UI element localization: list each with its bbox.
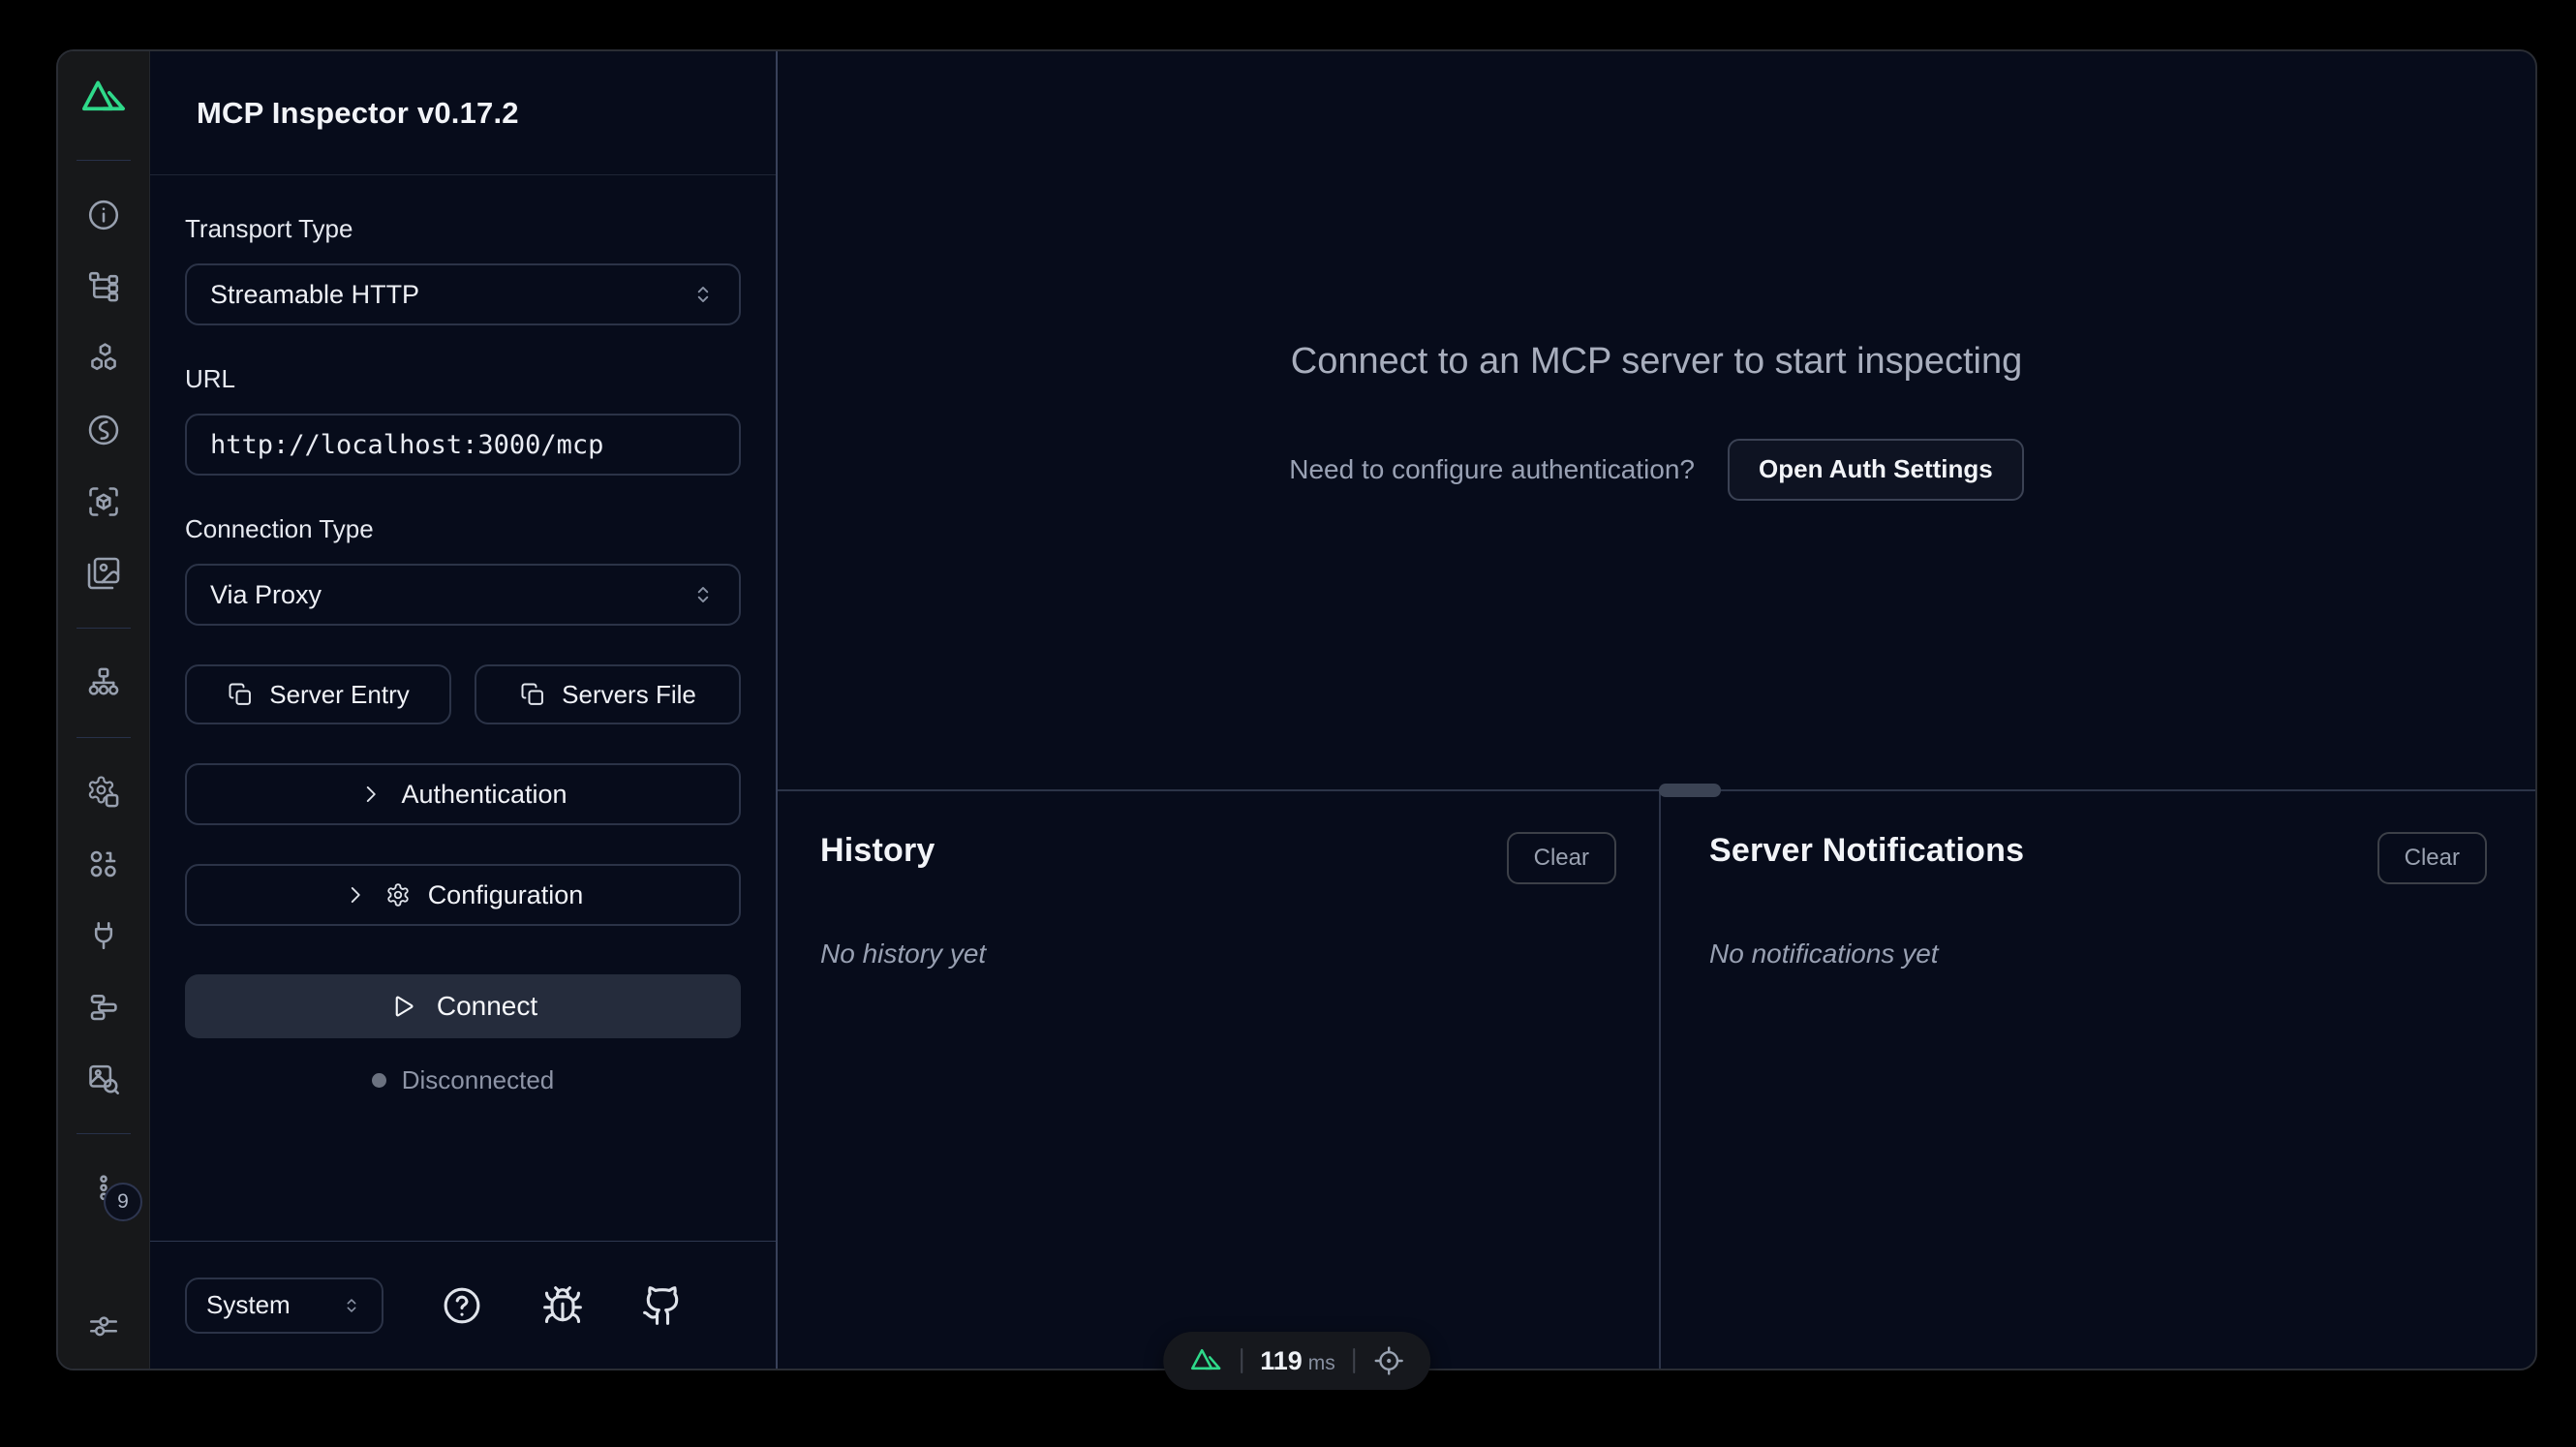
panel-header: MCP Inspector v0.17.2	[150, 51, 776, 175]
help-icon[interactable]	[441, 1284, 483, 1327]
latency-readout: 119 ms	[1260, 1346, 1335, 1376]
server-notifications-title: Server Notifications	[1709, 832, 2024, 870]
notifications-clear-button[interactable]: Clear	[2377, 832, 2487, 884]
status-text: Disconnected	[402, 1065, 555, 1095]
rail-badge-count[interactable]: 9	[104, 1183, 142, 1221]
transport-type-value: Streamable HTTP	[210, 280, 419, 310]
server-entry-label: Server Entry	[269, 680, 410, 710]
mcp-logo-icon	[78, 73, 129, 123]
empty-state-title: Connect to an MCP server to start inspec…	[1291, 341, 2022, 383]
server-entry-button[interactable]: Server Entry	[185, 664, 451, 724]
bug-icon[interactable]	[541, 1284, 584, 1327]
auth-row: Need to configure authentication? Open A…	[1289, 439, 2023, 501]
configuration-label: Configuration	[428, 880, 584, 910]
pill-separator	[1241, 1348, 1242, 1373]
bottom-panels: History Clear No history yet Server Noti…	[778, 791, 2535, 1369]
connection-type-label: Connection Type	[185, 514, 741, 544]
icon-rail: 9	[58, 51, 150, 1369]
binary-icon[interactable]	[86, 847, 121, 881]
history-title: History	[820, 832, 935, 870]
pill-separator	[1353, 1348, 1355, 1373]
chevron-right-icon	[358, 782, 383, 807]
copy-icon	[227, 681, 254, 708]
app-window: 9 MCP Inspector v0.17.2 Transport Type S…	[56, 49, 2537, 1370]
image-search-icon[interactable]	[86, 1062, 121, 1096]
plug-icon[interactable]	[86, 918, 121, 953]
play-icon	[388, 992, 417, 1021]
theme-value: System	[206, 1290, 291, 1320]
images-icon[interactable]	[86, 556, 121, 591]
github-icon[interactable]	[641, 1284, 684, 1327]
panel-footer: System	[150, 1241, 776, 1369]
url-label: URL	[185, 364, 741, 394]
latency-value: 119	[1260, 1346, 1303, 1376]
rail-divider	[77, 1133, 131, 1134]
transport-type-label: Transport Type	[185, 214, 741, 244]
connection-form: Transport Type Streamable HTTP URL Conne…	[150, 175, 776, 1241]
connection-status: Disconnected	[185, 1065, 741, 1095]
info-icon[interactable]	[86, 198, 121, 232]
rail-divider	[77, 628, 131, 629]
history-empty-text: No history yet	[820, 939, 1616, 970]
auth-prompt: Need to configure authentication?	[1289, 454, 1695, 485]
connect-button[interactable]: Connect	[185, 974, 741, 1038]
gear-icon	[385, 882, 411, 908]
notifications-empty-text: No notifications yet	[1709, 939, 2487, 970]
sitemap-icon[interactable]	[86, 665, 121, 700]
chevron-right-icon	[343, 882, 368, 908]
history-panel: History Clear No history yet	[778, 791, 1661, 1369]
rail-divider	[77, 160, 131, 161]
authentication-label: Authentication	[401, 780, 567, 810]
status-dot	[372, 1073, 386, 1088]
servers-file-button[interactable]: Servers File	[475, 664, 741, 724]
configuration-toggle[interactable]: Configuration	[185, 864, 741, 926]
locate-target-icon[interactable]	[1372, 1344, 1405, 1377]
workflow-tree-icon[interactable]	[86, 269, 121, 304]
horizontal-split-divider	[778, 789, 2535, 791]
app-title: MCP Inspector v0.17.2	[197, 96, 519, 131]
split-drag-handle[interactable]	[1659, 784, 1721, 797]
blocks-icon[interactable]	[86, 990, 121, 1025]
servers-file-label: Servers File	[562, 680, 696, 710]
cog-icon[interactable]	[86, 775, 121, 810]
rail-divider	[77, 737, 131, 738]
sliders-icon[interactable]	[86, 1308, 121, 1343]
hexagons-icon[interactable]	[86, 341, 121, 376]
chevrons-up-down-icon	[690, 582, 716, 607]
connection-type-value: Via Proxy	[210, 580, 322, 610]
url-input-wrap	[185, 414, 741, 476]
theme-select[interactable]: System	[185, 1278, 383, 1334]
connect-label: Connect	[437, 991, 537, 1022]
latency-unit: ms	[1308, 1352, 1335, 1375]
transport-type-select[interactable]: Streamable HTTP	[185, 263, 741, 325]
authentication-toggle[interactable]: Authentication	[185, 763, 741, 825]
mcp-logo-icon	[1188, 1343, 1223, 1378]
open-auth-settings-button[interactable]: Open Auth Settings	[1728, 439, 2024, 501]
chevrons-up-down-icon	[690, 282, 716, 307]
box-scan-icon[interactable]	[86, 484, 121, 519]
connection-type-select[interactable]: Via Proxy	[185, 564, 741, 626]
connection-panel: MCP Inspector v0.17.2 Transport Type Str…	[150, 51, 778, 1369]
latency-status-pill: 119 ms	[1163, 1332, 1430, 1390]
main-area: Connect to an MCP server to start inspec…	[778, 51, 2535, 1369]
url-input[interactable]	[210, 430, 716, 460]
copy-icon	[519, 681, 546, 708]
footer-icons	[383, 1284, 741, 1327]
chevrons-up-down-icon	[341, 1295, 362, 1316]
history-clear-button[interactable]: Clear	[1507, 832, 1616, 884]
empty-state: Connect to an MCP server to start inspec…	[778, 51, 2535, 789]
swirl-icon[interactable]	[86, 413, 121, 447]
server-notifications-panel: Server Notifications Clear No notificati…	[1661, 791, 2535, 1369]
more-vertical-icon[interactable]: 9	[86, 1171, 121, 1206]
